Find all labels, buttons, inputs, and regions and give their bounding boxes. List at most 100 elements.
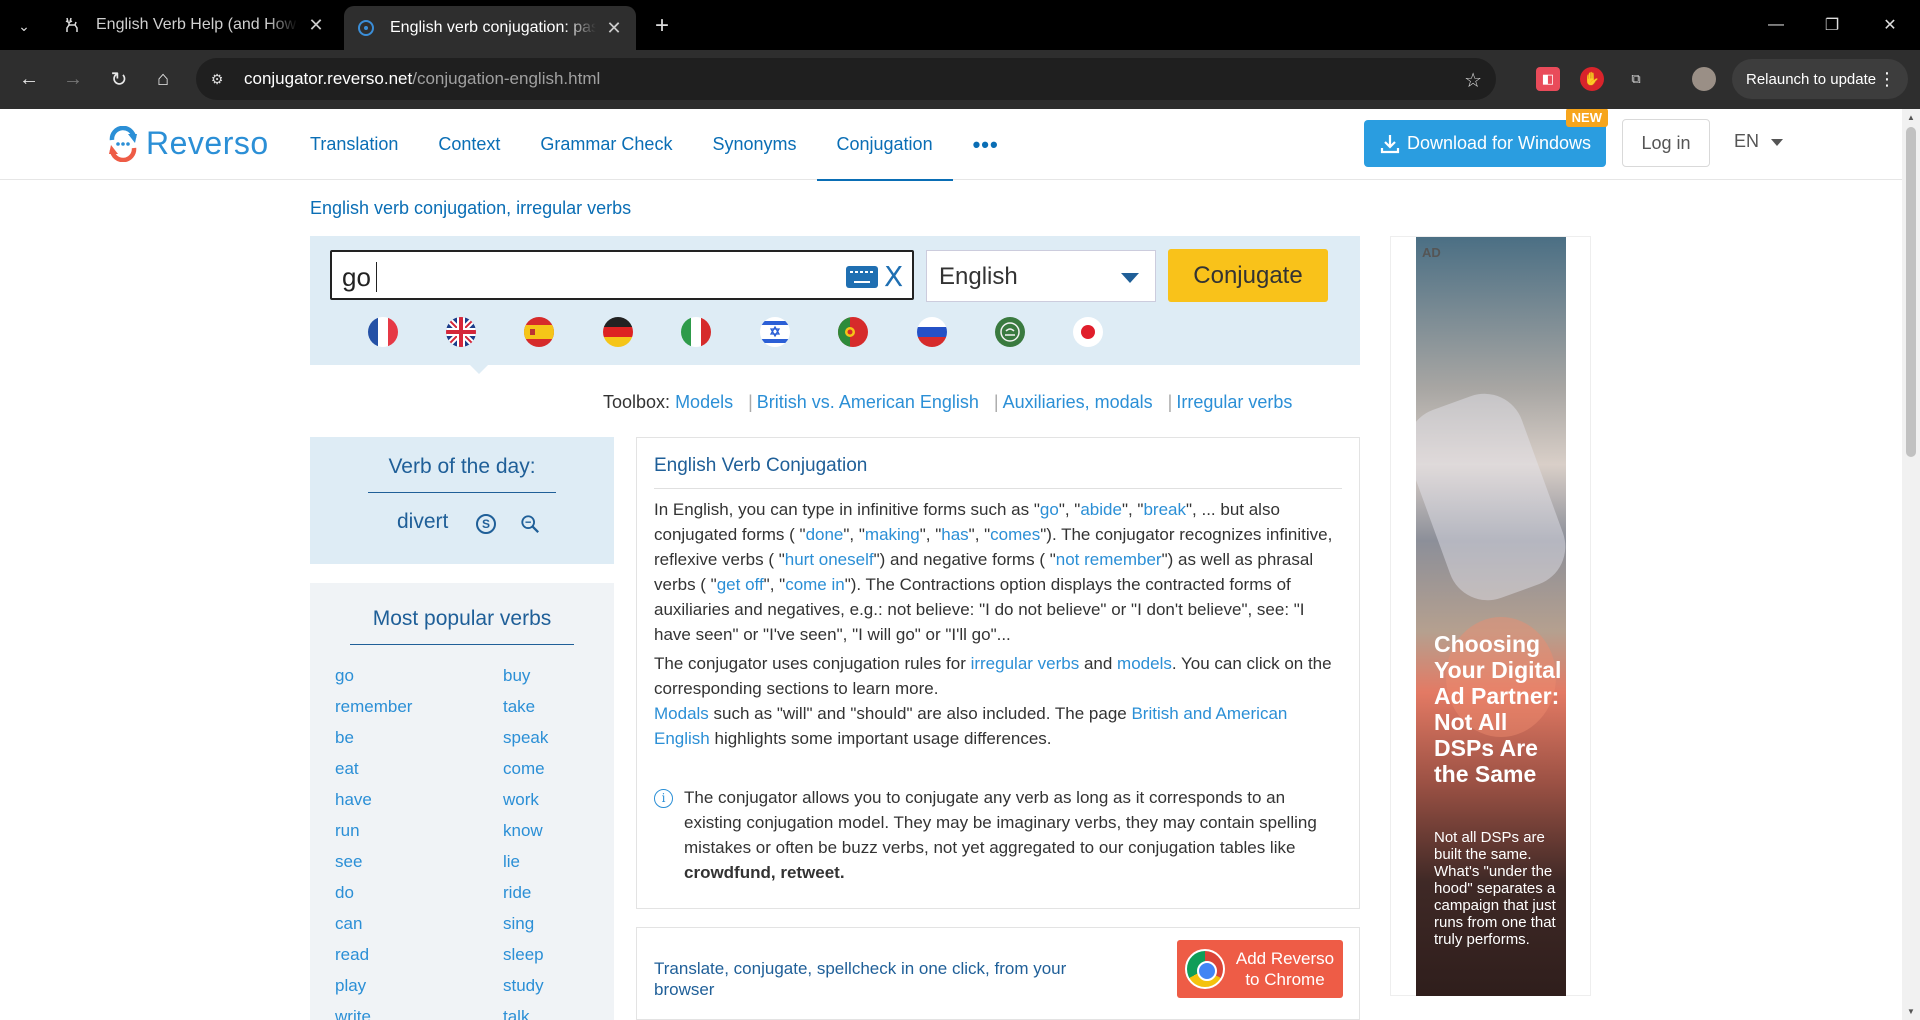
popular-verb-link[interactable]: do	[335, 883, 412, 914]
popular-verb-link[interactable]: play	[335, 976, 412, 1007]
example-link[interactable]: come in	[785, 575, 845, 594]
example-link[interactable]: break	[1143, 500, 1186, 519]
popular-verb-link[interactable]: work	[503, 790, 548, 821]
modals-link[interactable]: Modals	[654, 704, 709, 723]
promo-text[interactable]: Translate, conjugate, spellcheck in one …	[654, 958, 1124, 1000]
reload-icon[interactable]: ↻	[104, 64, 134, 94]
browser-tab-1[interactable]: English Verb Help (and How to ✕	[50, 6, 338, 44]
profile-avatar-icon[interactable]	[1692, 67, 1716, 91]
virtual-keyboard-icon[interactable]	[846, 266, 878, 288]
language-switcher[interactable]: EN	[1734, 131, 1784, 152]
example-link[interactable]: abide	[1080, 500, 1122, 519]
flag-france-icon[interactable]	[368, 317, 398, 347]
close-tab-icon[interactable]: ✕	[604, 18, 624, 38]
close-window-icon[interactable]: ✕	[1870, 10, 1910, 40]
popular-verb-link[interactable]: have	[335, 790, 412, 821]
close-tab-icon[interactable]: ✕	[306, 15, 326, 35]
language-select[interactable]: English	[926, 250, 1156, 302]
home-icon[interactable]: ⌂	[148, 64, 178, 94]
flag-japan-icon[interactable]	[1073, 317, 1103, 347]
nav-conjugation[interactable]: Conjugation	[816, 109, 953, 181]
popular-verb-link[interactable]: can	[335, 914, 412, 945]
flag-italy-icon[interactable]	[681, 317, 711, 347]
flag-spain-icon[interactable]	[524, 317, 554, 347]
page-breadcrumb[interactable]: English verb conjugation, irregular verb…	[310, 198, 631, 219]
chrome-menu-icon[interactable]: ⋮	[1878, 69, 1896, 90]
example-link[interactable]: comes	[990, 525, 1040, 544]
popular-verb-link[interactable]: remember	[335, 697, 412, 728]
site-settings-icon[interactable]: ⚙	[206, 68, 228, 90]
popular-verb-link[interactable]: run	[335, 821, 412, 852]
pocket-extension-icon[interactable]: ◧	[1536, 67, 1560, 91]
models-link[interactable]: models	[1117, 654, 1172, 673]
example-link[interactable]: has	[941, 525, 968, 544]
extensions-puzzle-icon[interactable]: ⧉	[1624, 67, 1648, 91]
nav-synonyms[interactable]: Synonyms	[692, 109, 816, 180]
reverso-logo[interactable]: Reverso	[106, 125, 269, 162]
popular-verb-link[interactable]: speak	[503, 728, 548, 759]
popular-verb-link[interactable]: buy	[503, 666, 548, 697]
bookmark-star-icon[interactable]: ☆	[1464, 68, 1482, 93]
nav-grammar-check[interactable]: Grammar Check	[520, 109, 692, 180]
flag-uk-icon[interactable]	[446, 317, 476, 347]
example-link[interactable]: making	[865, 525, 920, 544]
browser-tab-2[interactable]: English verb conjugation: past t ✕	[344, 6, 636, 50]
more-menu-icon[interactable]: •••	[953, 109, 1019, 180]
adblock-extension-icon[interactable]: ✋	[1580, 67, 1604, 91]
add-to-chrome-button[interactable]: Add Reverso to Chrome	[1177, 940, 1343, 998]
popular-verb-link[interactable]: eat	[335, 759, 412, 790]
address-bar[interactable]: ⚙ conjugator.reverso.net/conjugation-eng…	[196, 58, 1496, 100]
flag-germany-icon[interactable]	[603, 317, 633, 347]
scrollbar-thumb[interactable]	[1906, 127, 1916, 457]
flag-portugal-icon[interactable]	[838, 317, 868, 347]
clear-input-icon[interactable]: X	[884, 260, 903, 293]
scroll-down-icon[interactable]: ▼	[1906, 1007, 1916, 1016]
toolbox-link-models[interactable]: Models	[675, 392, 733, 412]
popular-verb-link[interactable]: talk	[503, 1007, 548, 1020]
popular-verb-link[interactable]: ride	[503, 883, 548, 914]
page-scrollbar[interactable]: ▲ ▼	[1902, 109, 1920, 1020]
popular-verb-link[interactable]: go	[335, 666, 412, 697]
synonyms-icon[interactable]: S	[476, 514, 496, 534]
example-link[interactable]: done	[806, 525, 844, 544]
advertisement[interactable]: Choosing Your Digital Ad Partner: Not Al…	[1416, 237, 1566, 996]
popular-verb-link[interactable]: see	[335, 852, 412, 883]
flag-arabic-icon[interactable]	[995, 317, 1025, 347]
relaunch-button[interactable]: Relaunch to update ⋮	[1732, 59, 1908, 99]
new-tab-icon[interactable]: +	[648, 12, 676, 40]
popular-verb-link[interactable]: sing	[503, 914, 548, 945]
popular-verb-link[interactable]: take	[503, 697, 548, 728]
popular-verb-link[interactable]: come	[503, 759, 548, 790]
verb-search-input[interactable]: go X	[330, 250, 914, 300]
back-icon[interactable]: ←	[14, 64, 44, 94]
search-context-icon[interactable]	[520, 514, 540, 534]
nav-translation[interactable]: Translation	[290, 109, 418, 180]
popular-verb-link[interactable]: know	[503, 821, 548, 852]
irregular-verbs-link[interactable]: irregular verbs	[971, 654, 1080, 673]
verb-of-day-link[interactable]: divert	[397, 510, 448, 534]
popular-verb-link[interactable]: write	[335, 1007, 412, 1020]
example-link[interactable]: hurt oneself	[785, 550, 874, 569]
conjugate-button[interactable]: Conjugate	[1168, 249, 1328, 302]
example-link[interactable]: not remember	[1056, 550, 1162, 569]
popular-verb-link[interactable]: be	[335, 728, 412, 759]
toolbox-link-auxiliaries[interactable]: Auxiliaries, modals	[1003, 392, 1153, 412]
toolbox-link-irregular[interactable]: Irregular verbs	[1176, 392, 1292, 412]
flag-israel-icon[interactable]	[760, 317, 790, 347]
login-button[interactable]: Log in	[1622, 119, 1710, 167]
toolbox-link-british-american[interactable]: British vs. American English	[757, 392, 979, 412]
minimize-icon[interactable]: —	[1756, 10, 1796, 40]
nav-context[interactable]: Context	[418, 109, 520, 180]
flag-russia-icon[interactable]	[917, 317, 947, 347]
restore-icon[interactable]: ❐	[1812, 10, 1852, 40]
example-link[interactable]: go	[1040, 500, 1059, 519]
popular-verb-link[interactable]: sleep	[503, 945, 548, 976]
example-link[interactable]: get off	[717, 575, 764, 594]
forward-icon[interactable]: →	[58, 64, 88, 94]
popular-verb-link[interactable]: read	[335, 945, 412, 976]
tab-search-icon[interactable]: ⌄	[10, 12, 38, 40]
download-windows-button[interactable]: Download for Windows NEW	[1364, 109, 1608, 167]
popular-verb-link[interactable]: study	[503, 976, 548, 1007]
popular-verb-link[interactable]: lie	[503, 852, 548, 883]
scroll-up-icon[interactable]: ▲	[1906, 113, 1916, 122]
